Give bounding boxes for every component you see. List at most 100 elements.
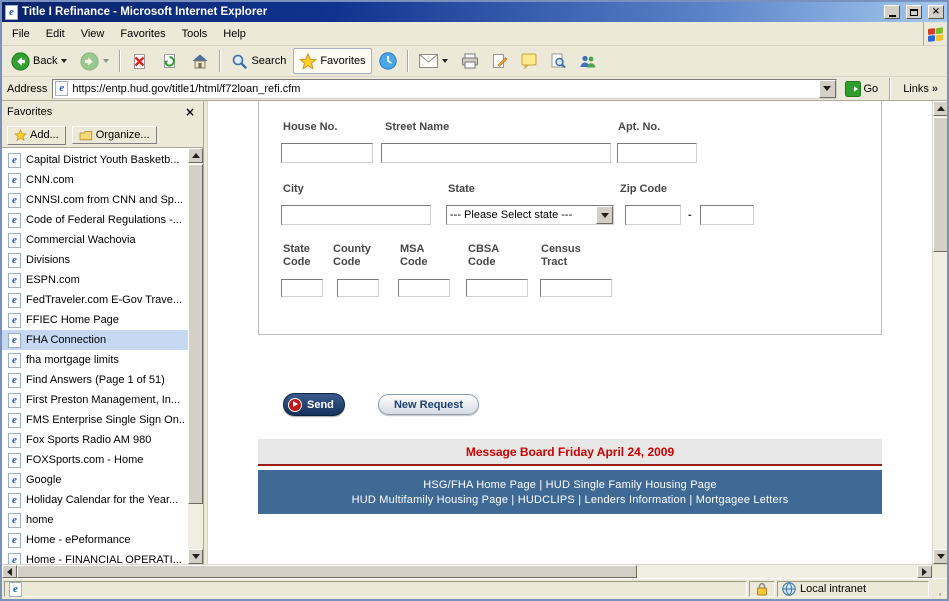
favorite-item[interactable]: efha mortgage limits (2, 350, 188, 370)
back-dropdown-caret-icon[interactable] (61, 59, 67, 63)
scroll-left-button[interactable] (2, 565, 17, 578)
zip-code-input[interactable] (625, 205, 681, 225)
census-tract-input[interactable] (540, 279, 612, 297)
home-button[interactable] (185, 48, 215, 74)
favorite-item[interactable]: eHome - FINANCIAL OPERATI... (2, 550, 188, 564)
msa-code-input[interactable] (398, 279, 450, 297)
favorite-page-icon: e (8, 293, 21, 308)
favorite-item[interactable]: eCode of Federal Regulations -... (2, 210, 188, 230)
favorite-item[interactable]: eFox Sports Radio AM 980 (2, 430, 188, 450)
stop-button[interactable] (125, 48, 154, 74)
favorite-item[interactable]: eFMS Enterprise Single Sign On... (2, 410, 188, 430)
go-button[interactable]: Go (842, 80, 882, 98)
send-label: Send (307, 399, 334, 411)
organize-favorites-button[interactable]: Organize... (72, 126, 157, 144)
favorite-item[interactable]: eFirst Preston Management, In... (2, 390, 188, 410)
state-code-input[interactable] (281, 279, 323, 297)
zip-plus4-input[interactable] (700, 205, 754, 225)
scroll-down-button[interactable] (933, 549, 947, 564)
menu-edit[interactable]: Edit (38, 25, 73, 43)
minimize-button[interactable] (884, 5, 900, 19)
scroll-down-button[interactable] (188, 549, 203, 564)
status-main-cell: e (4, 581, 747, 597)
favorite-item-selected[interactable]: eFHA Connection (2, 330, 188, 350)
mail-dropdown-caret-icon[interactable] (442, 59, 448, 63)
resize-grip[interactable] (931, 581, 945, 597)
research-button[interactable] (544, 48, 572, 74)
favorite-item[interactable]: eCNNSI.com from CNN and Sp... (2, 190, 188, 210)
main-area: Favorites × Add... Organize... eCapital … (2, 101, 947, 564)
new-request-button[interactable]: New Request (378, 394, 479, 415)
favorite-item[interactable]: ehome (2, 510, 188, 530)
folder-icon (79, 130, 93, 141)
forward-button[interactable] (74, 48, 115, 74)
scroll-up-button[interactable] (933, 101, 947, 116)
favorite-page-icon: e (8, 173, 21, 188)
city-input[interactable] (281, 205, 431, 225)
maximize-button[interactable] (906, 5, 922, 19)
footer-links-line1[interactable]: HSG/FHA Home Page | HUD Single Family Ho… (258, 479, 882, 491)
cbsa-code-input[interactable] (466, 279, 528, 297)
favorite-item[interactable]: eESPN.com (2, 270, 188, 290)
send-button[interactable]: Send (283, 393, 345, 416)
favorites-button[interactable]: Favorites (293, 48, 371, 74)
forward-dropdown-caret-icon[interactable] (103, 59, 109, 63)
favorite-item[interactable]: eFedTraveler.com E-Gov Trave... (2, 290, 188, 310)
favorite-item[interactable]: eFind Answers (Page 1 of 51) (2, 370, 188, 390)
favorite-item[interactable]: eFFIEC Home Page (2, 310, 188, 330)
search-button[interactable]: Search (225, 48, 292, 74)
add-favorite-button[interactable]: Add... (7, 126, 66, 145)
apt-no-input[interactable] (617, 143, 697, 163)
horizontal-scrollbar[interactable] (2, 564, 947, 578)
footer-links-line2[interactable]: HUD Multifamily Housing Page | HUDCLIPS … (258, 494, 882, 506)
county-code-input[interactable] (337, 279, 379, 297)
address-dropdown-button[interactable] (819, 80, 836, 98)
favorites-scrollbar[interactable] (188, 148, 203, 564)
favorite-item[interactable]: eDivisions (2, 250, 188, 270)
close-button[interactable]: × (928, 5, 944, 19)
scroll-up-button[interactable] (188, 148, 203, 163)
address-url[interactable]: https://entp.hud.gov/title1/html/f72loan… (72, 83, 814, 95)
menu-tools[interactable]: Tools (174, 25, 216, 43)
city-label: City (283, 183, 304, 196)
select-dropdown-button[interactable] (596, 206, 613, 224)
scrollbar-thumb[interactable] (933, 117, 947, 252)
back-label: Back (33, 55, 57, 67)
send-arrow-icon (288, 398, 302, 412)
menu-view[interactable]: View (73, 25, 113, 43)
triangle-left-icon (3, 568, 12, 576)
mail-button[interactable] (413, 48, 454, 74)
toolbar-separator (119, 50, 121, 72)
links-button[interactable]: Links » (899, 83, 942, 95)
favorite-item[interactable]: eCapital District Youth Basketb... (2, 150, 188, 170)
menu-favorites[interactable]: Favorites (112, 25, 173, 43)
favorite-item[interactable]: eGoogle (2, 470, 188, 490)
favorite-item[interactable]: eHome - ePeformance (2, 530, 188, 550)
go-icon (845, 81, 861, 97)
favorite-item[interactable]: eFOXSports.com - Home (2, 450, 188, 470)
address-input[interactable]: e https://entp.hud.gov/title1/html/f72lo… (52, 79, 836, 99)
standard-toolbar: Back Search Favorites (2, 46, 947, 77)
refresh-icon (161, 53, 178, 70)
vertical-scrollbar[interactable] (932, 101, 947, 564)
scroll-right-button[interactable] (917, 565, 932, 578)
back-button[interactable]: Back (5, 48, 73, 74)
street-name-input[interactable] (381, 143, 611, 163)
discuss-button[interactable] (515, 48, 543, 74)
menu-file[interactable]: File (4, 25, 38, 43)
chevron-down-icon (601, 213, 609, 222)
scrollbar-thumb[interactable] (188, 164, 203, 504)
house-no-input[interactable] (281, 143, 373, 163)
favorite-item[interactable]: eHoliday Calendar for the Year... (2, 490, 188, 510)
edit-button[interactable] (486, 48, 514, 74)
print-button[interactable] (455, 48, 485, 74)
scrollbar-thumb[interactable] (17, 565, 637, 578)
favorite-item[interactable]: eCNN.com (2, 170, 188, 190)
favorite-item[interactable]: eCommercial Wachovia (2, 230, 188, 250)
menu-help[interactable]: Help (215, 25, 254, 43)
messenger-button[interactable] (573, 48, 602, 74)
state-select[interactable]: --- Please Select state --- (446, 205, 614, 225)
history-button[interactable] (373, 48, 403, 74)
favorites-close-button[interactable]: × (182, 105, 198, 120)
refresh-button[interactable] (155, 48, 184, 74)
